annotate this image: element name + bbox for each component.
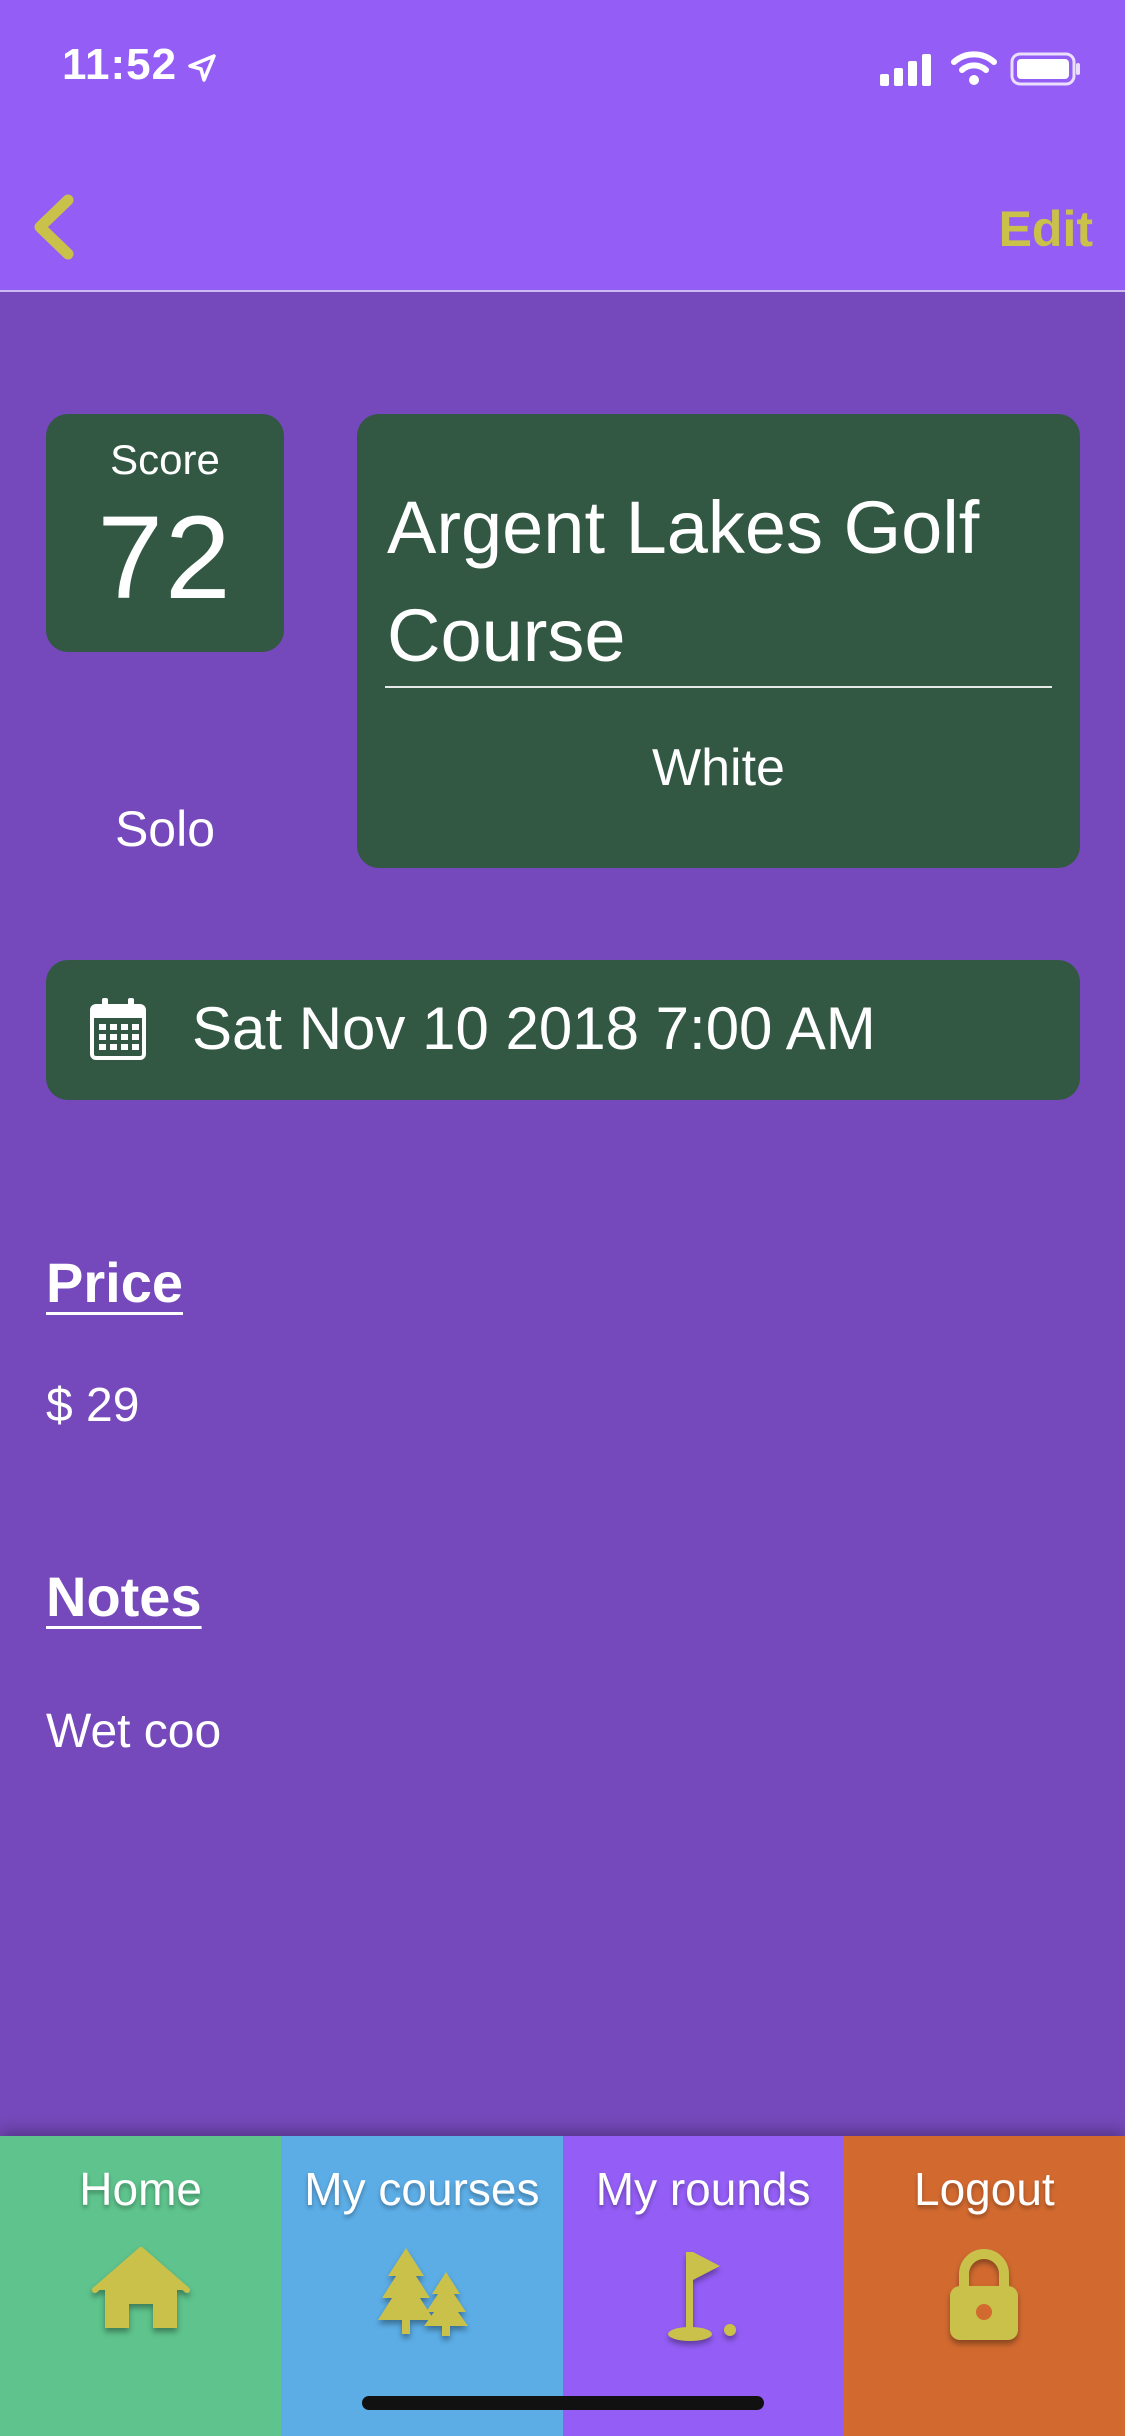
course-tee: White (652, 739, 785, 797)
course-name: Argent Lakes Golf Course (387, 486, 980, 677)
tab-logout-label: Logout (914, 2163, 1055, 2215)
golf-flag-icon (668, 2252, 737, 2341)
status-time: 11:52 (62, 40, 178, 89)
tab-bar: Home My courses My rounds Logout (0, 2136, 1125, 2436)
navigation-bar: Edit (0, 132, 1125, 292)
edit-button[interactable]: Edit (999, 200, 1093, 258)
wifi-icon (951, 51, 997, 85)
cellular-signal-icon (880, 54, 931, 86)
score-card: Score 72 (46, 414, 284, 652)
notes-value: Wet coo (46, 1705, 222, 1758)
round-type: Solo (114, 801, 216, 857)
chevron-left-icon[interactable] (30, 192, 90, 262)
round-date: Sat Nov 10 2018 7:00 AM (192, 995, 876, 1062)
battery-icon (1010, 52, 1080, 86)
trees-icon (377, 2248, 468, 2336)
notes-label: Notes (46, 1565, 202, 1628)
tab-my-courses-label: My courses (304, 2163, 540, 2215)
tab-home-label: Home (79, 2163, 202, 2215)
price-label: Price (46, 1251, 183, 1314)
price-value: $ 29 (46, 1379, 140, 1432)
house-icon (91, 2247, 190, 2328)
date-card: Sat Nov 10 2018 7:00 AM (46, 960, 1080, 1100)
tab-my-courses[interactable]: My courses (281, 2136, 563, 2436)
calendar-icon (90, 998, 146, 1060)
course-card: Argent Lakes Golf Course White (357, 414, 1080, 868)
score-value: 72 (97, 492, 233, 624)
tab-home[interactable]: Home (0, 2136, 282, 2436)
tab-logout[interactable]: Logout (843, 2136, 1125, 2436)
score-label: Score (110, 436, 220, 483)
tab-my-rounds[interactable]: My rounds (562, 2136, 844, 2436)
location-arrow-icon (188, 54, 216, 82)
home-indicator (362, 2396, 764, 2410)
tab-my-rounds-label: My rounds (595, 2163, 811, 2215)
lock-icon (950, 2249, 1019, 2340)
divider (385, 686, 1052, 688)
status-bar: 11:52 (0, 0, 1125, 132)
